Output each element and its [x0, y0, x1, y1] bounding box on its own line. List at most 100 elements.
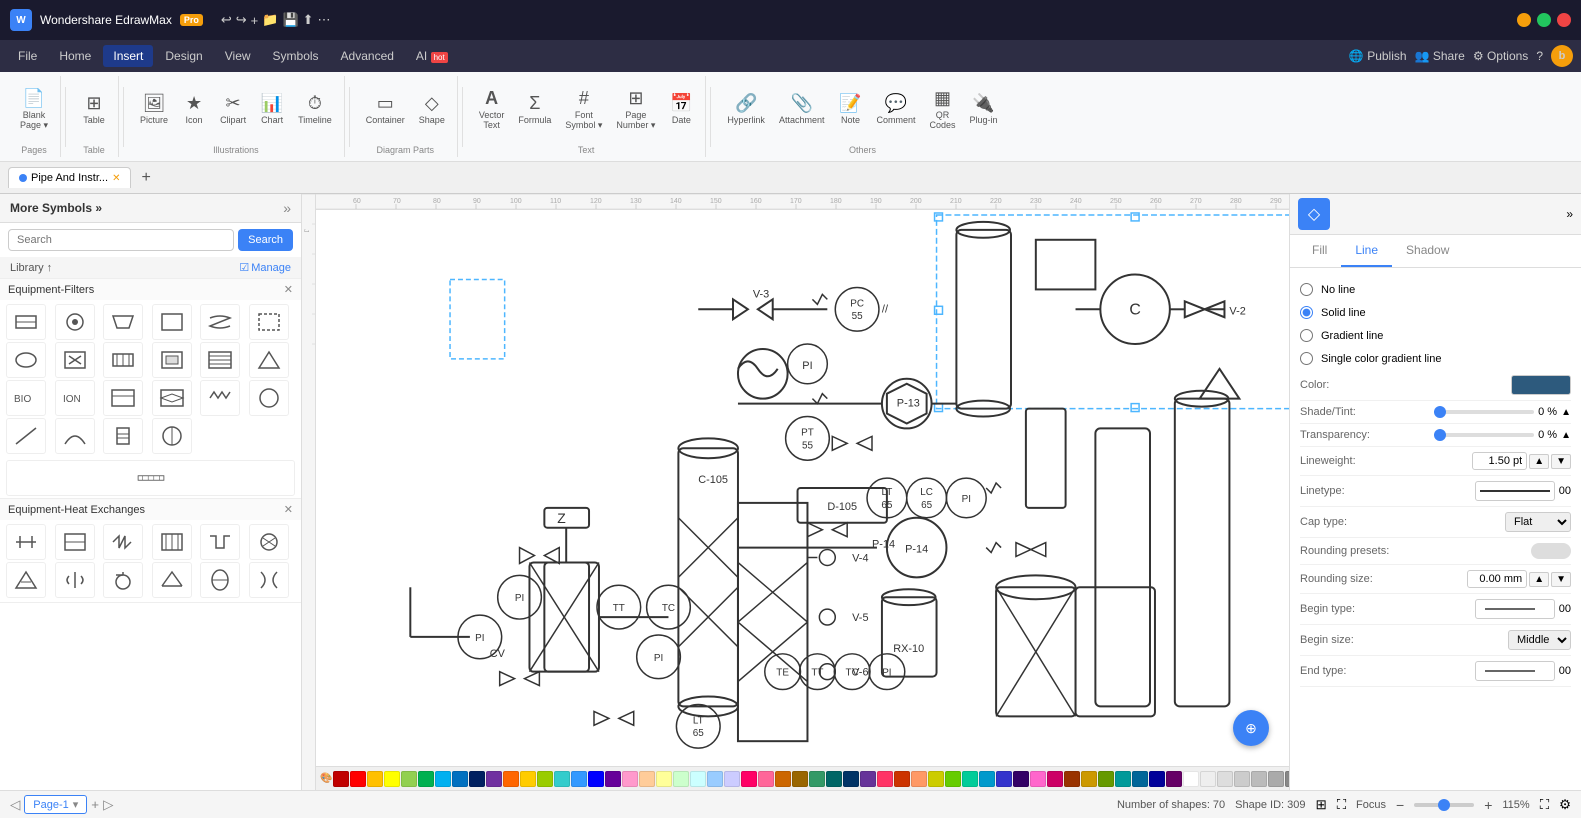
menu-symbols[interactable]: Symbols — [263, 45, 329, 67]
begin-type-selector[interactable] — [1475, 599, 1555, 619]
symbol-item[interactable] — [6, 342, 46, 378]
palette-color-swatch[interactable] — [656, 771, 672, 787]
icon-button[interactable]: ★ Icon — [176, 89, 212, 130]
symbol-item[interactable] — [152, 304, 192, 340]
symbol-item[interactable] — [103, 380, 143, 416]
plugin-button[interactable]: 🔌 Plug-in — [964, 89, 1004, 130]
open-button[interactable]: 📁 — [262, 12, 278, 28]
cap-type-select[interactable]: Flat Round Square — [1505, 512, 1571, 532]
user-avatar[interactable]: b — [1551, 45, 1573, 67]
symbol-item[interactable] — [249, 524, 289, 560]
symbol-item[interactable] — [6, 304, 46, 340]
gradient-line-option[interactable]: Gradient line — [1300, 324, 1571, 347]
next-page-button[interactable]: ▷ — [103, 797, 113, 813]
palette-color-swatch[interactable] — [1047, 771, 1063, 787]
save-button[interactable]: 💾 — [282, 12, 298, 28]
palette-color-swatch[interactable] — [571, 771, 587, 787]
lineweight-up[interactable]: ▲ — [1529, 454, 1549, 469]
shape-button[interactable]: ◇ Shape — [413, 89, 451, 130]
options-button[interactable]: ⚙ Options — [1473, 49, 1528, 63]
palette-color-swatch[interactable] — [639, 771, 655, 787]
palette-color-swatch[interactable] — [809, 771, 825, 787]
minimize-button[interactable] — [1517, 13, 1531, 27]
color-swatch[interactable] — [1511, 375, 1571, 395]
palette-color-swatch[interactable] — [1081, 771, 1097, 787]
page-number-button[interactable]: ⊞ PageNumber ▾ — [610, 84, 661, 135]
lineweight-down[interactable]: ▼ — [1551, 454, 1571, 469]
end-type-selector[interactable] — [1475, 661, 1555, 681]
palette-color-swatch[interactable] — [1200, 771, 1216, 787]
share-button[interactable]: 👥 Share — [1415, 49, 1465, 63]
symbol-item[interactable] — [200, 380, 240, 416]
palette-color-swatch[interactable] — [962, 771, 978, 787]
symbol-item[interactable] — [103, 524, 143, 560]
menu-home[interactable]: Home — [49, 45, 101, 67]
palette-color-swatch[interactable] — [1098, 771, 1114, 787]
palette-color-swatch[interactable] — [333, 771, 349, 787]
symbol-item[interactable] — [55, 304, 95, 340]
settings-button[interactable]: ⚙ — [1559, 797, 1571, 813]
canvas-area[interactable]: 60 70 80 90 100 110 120 130 140 150 — [316, 194, 1289, 790]
zoom-in-button[interactable]: + — [1484, 797, 1492, 813]
palette-color-swatch[interactable] — [860, 771, 876, 787]
focus-button[interactable]: Focus — [1356, 799, 1386, 811]
single-color-gradient-option[interactable]: Single color gradient line — [1300, 347, 1571, 370]
menu-file[interactable]: File — [8, 45, 47, 67]
palette-color-swatch[interactable] — [1013, 771, 1029, 787]
symbol-item[interactable] — [249, 562, 289, 598]
shade-slider[interactable] — [1434, 410, 1534, 414]
palette-color-swatch[interactable] — [622, 771, 638, 787]
palette-color-swatch[interactable] — [1149, 771, 1165, 787]
palette-color-swatch[interactable] — [979, 771, 995, 787]
zoom-out-button[interactable]: − — [1396, 797, 1404, 813]
palette-color-swatch[interactable] — [928, 771, 944, 787]
palette-color-swatch[interactable] — [435, 771, 451, 787]
symbol-item[interactable] — [55, 524, 95, 560]
palette-color-swatch[interactable] — [724, 771, 740, 787]
transparency-slider[interactable] — [1434, 433, 1534, 437]
palette-color-swatch[interactable] — [588, 771, 604, 787]
linetype-selector[interactable] — [1475, 481, 1555, 501]
palette-color-swatch[interactable] — [1115, 771, 1131, 787]
note-button[interactable]: 📝 Note — [832, 89, 868, 130]
expand-panel-button[interactable]: » — [1566, 207, 1573, 221]
symbol-item[interactable] — [200, 562, 240, 598]
zoom-slider-thumb[interactable] — [1438, 799, 1450, 811]
symbol-item[interactable] — [200, 304, 240, 340]
palette-color-swatch[interactable] — [1030, 771, 1046, 787]
add-tab-button[interactable]: + — [135, 167, 156, 189]
search-button[interactable]: Search — [238, 229, 293, 251]
qr-codes-button[interactable]: ▦ QRCodes — [923, 84, 961, 135]
palette-color-swatch[interactable] — [469, 771, 485, 787]
export-button[interactable]: ⬆ — [303, 12, 314, 28]
navigate-button[interactable]: ⊕ — [1233, 710, 1269, 746]
solid-line-radio[interactable] — [1300, 306, 1313, 319]
symbol-item[interactable] — [103, 304, 143, 340]
page-1-dropdown[interactable]: ▾ — [73, 798, 79, 811]
maximize-button[interactable] — [1537, 13, 1551, 27]
layers-button[interactable]: ⊞ — [1316, 797, 1327, 813]
symbol-item[interactable] — [152, 342, 192, 378]
rounding-up[interactable]: ▲ — [1529, 572, 1549, 587]
symbol-item[interactable] — [55, 418, 95, 454]
rounding-size-input[interactable] — [1467, 570, 1527, 588]
palette-color-swatch[interactable] — [1183, 771, 1199, 787]
prev-page-button[interactable]: ◁ — [10, 797, 20, 813]
gradient-line-radio[interactable] — [1300, 329, 1313, 342]
menu-design[interactable]: Design — [155, 45, 212, 67]
palette-color-swatch[interactable] — [673, 771, 689, 787]
palette-color-swatch[interactable] — [758, 771, 774, 787]
tab-line[interactable]: Line — [1341, 235, 1392, 267]
document-tab[interactable]: Pipe And Instr... ✕ — [8, 167, 131, 188]
add-page-button[interactable]: + — [91, 797, 99, 812]
palette-color-swatch[interactable] — [877, 771, 893, 787]
palette-color-swatch[interactable] — [401, 771, 417, 787]
date-button[interactable]: 📅 Date — [663, 89, 699, 130]
symbol-item-special[interactable] — [6, 460, 295, 496]
begin-size-select[interactable]: Middle Small Large — [1508, 630, 1571, 650]
palette-color-swatch[interactable] — [418, 771, 434, 787]
new-button[interactable]: + — [251, 12, 259, 28]
manage-link[interactable]: ☑ Manage — [239, 261, 291, 274]
picture-button[interactable]: 🖼 Picture — [134, 89, 174, 130]
help-button[interactable]: ? — [1536, 49, 1543, 63]
